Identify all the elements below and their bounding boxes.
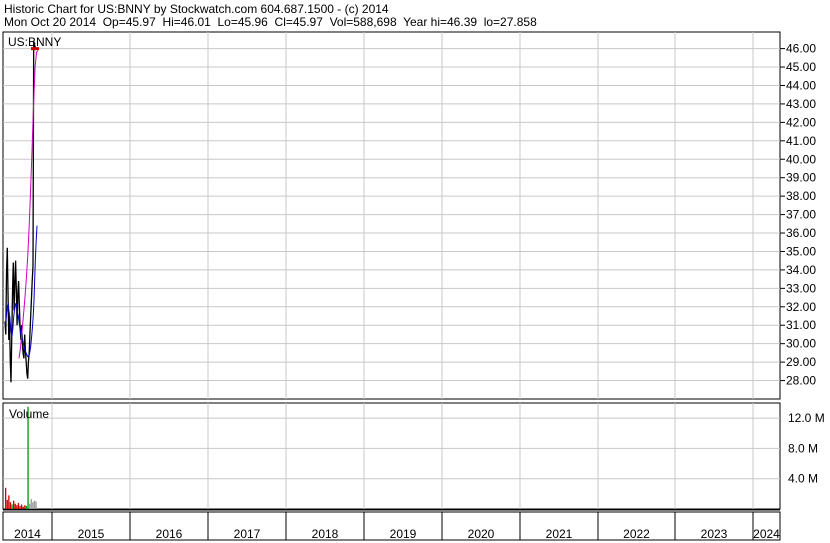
volume-bar	[5, 487, 7, 509]
year-label: 2021	[546, 527, 573, 541]
year-label: 2019	[390, 527, 417, 541]
price-tick-label: 38.00	[786, 189, 816, 203]
moving-average-long	[18, 50, 39, 359]
volume-bar	[27, 406, 29, 509]
price-tick-label: 28.00	[786, 374, 816, 388]
price-tick-label: 37.00	[786, 208, 816, 222]
year-label: 2015	[78, 527, 105, 541]
volume-bar	[11, 504, 13, 509]
price-tick-label: 41.00	[786, 134, 816, 148]
historic-chart: 46.00 45.00 44.00 43.00 42.00 41.00 40.00 39.00…	[2, 31, 825, 541]
year-label: 2017	[234, 527, 261, 541]
price-tick-label: 46.00	[786, 42, 816, 56]
volume-bar	[35, 501, 37, 509]
volume-bar	[25, 505, 28, 509]
volume-bar	[22, 506, 24, 509]
price-tick-label: 42.00	[786, 115, 816, 129]
price-tick-label: 30.00	[786, 337, 816, 351]
volume-bar	[13, 500, 15, 509]
volume-tick-label: 12.0 M	[788, 411, 825, 425]
volume-bar	[33, 500, 36, 509]
volume-tick-label: 4.0 M	[788, 472, 818, 486]
price-tick-label: 32.00	[786, 300, 816, 314]
price-tick-label: 33.00	[786, 281, 816, 295]
price-tick-label: 44.00	[786, 78, 816, 92]
year-label: 2018	[312, 527, 339, 541]
volume-bar	[16, 505, 18, 509]
price-tick-label: 45.00	[786, 60, 816, 74]
price-tick-label: 34.00	[786, 263, 816, 277]
price-tick-label: 39.00	[786, 171, 816, 185]
volume-bar	[29, 503, 31, 509]
price-panel-label: US:BNNY	[8, 35, 61, 49]
year-label: 2016	[156, 527, 183, 541]
year-label: 2020	[468, 527, 495, 541]
price-tick-label: 29.00	[786, 355, 816, 369]
volume-bar	[14, 503, 16, 509]
volume-bar	[21, 504, 23, 509]
volume-bar	[9, 502, 12, 509]
volume-bar	[17, 502, 20, 509]
price-tick-label: 31.00	[786, 318, 816, 332]
volume-bar	[32, 502, 34, 509]
volume-bar	[30, 499, 32, 509]
volume-tick-label: 8.0 M	[788, 441, 818, 455]
volume-panel-label: Volume	[9, 407, 49, 421]
volume-bar	[6, 499, 8, 509]
price-tick-label: 43.00	[786, 97, 816, 111]
year-label: 2023	[701, 527, 728, 541]
volume-bar	[19, 505, 21, 509]
year-label: 2022	[623, 527, 650, 541]
year-label: 2024	[753, 527, 780, 541]
volume-bar	[24, 505, 26, 509]
year-label: 2014	[14, 527, 41, 541]
price-tick-label: 35.00	[786, 244, 816, 258]
volume-bar	[8, 495, 10, 509]
volume-panel-frame	[2, 402, 781, 510]
price-tick-label: 40.00	[786, 152, 816, 166]
price-tick-label: 36.00	[786, 226, 816, 240]
